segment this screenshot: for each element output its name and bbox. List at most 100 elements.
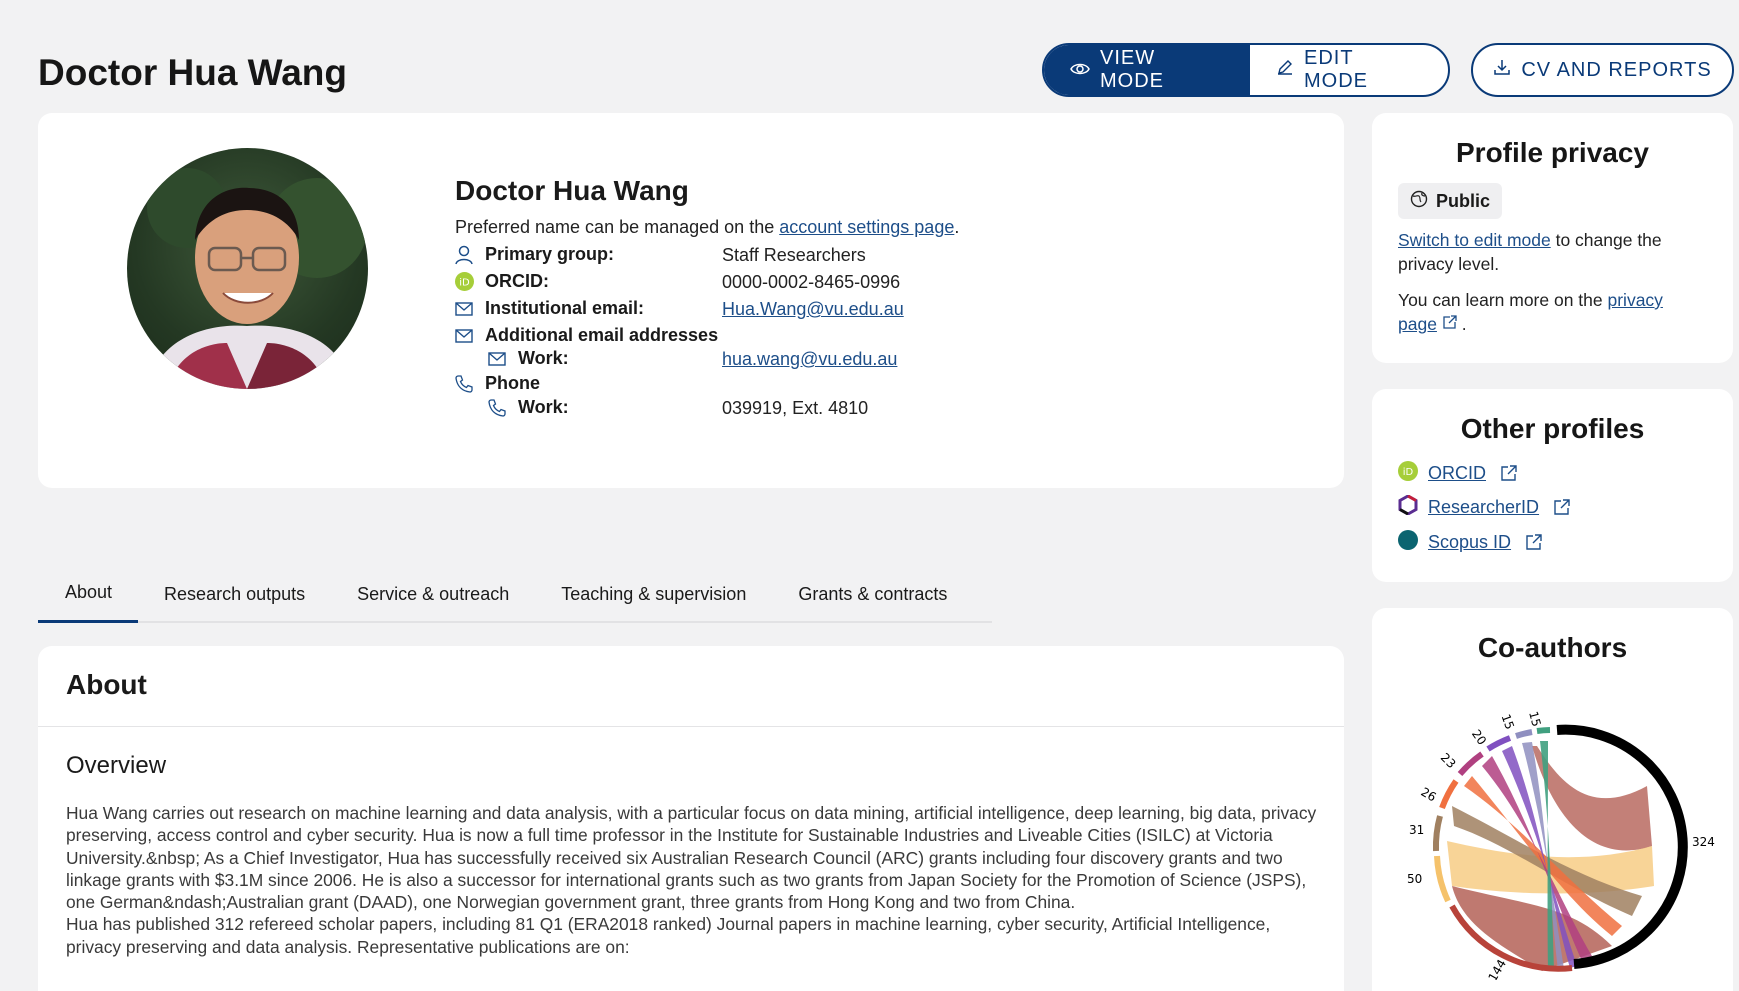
profile-tabs: About Research outputs Service & outreac… bbox=[38, 565, 992, 623]
svg-text:iD: iD bbox=[1403, 467, 1414, 478]
orcid-profile-link[interactable]: ORCID bbox=[1428, 463, 1486, 484]
coauthor-chord-diagram: 324 144 50 31 26 23 20 15 15 bbox=[1407, 710, 1715, 980]
pencil-icon bbox=[1276, 58, 1294, 82]
overview-heading: Overview bbox=[66, 752, 167, 779]
avatar bbox=[127, 148, 368, 389]
external-link-icon bbox=[1525, 534, 1542, 551]
coauthors-title: Co-authors bbox=[1477, 632, 1628, 663]
orcid-profile-row[interactable]: iD ORCID bbox=[1398, 461, 1517, 486]
coauthor-label-15a: 15 bbox=[1499, 712, 1517, 731]
phone-work-value: 039919, Ext. 4810 bbox=[722, 398, 869, 418]
work-email-link[interactable]: hua.wang@vu.edu.au bbox=[722, 349, 897, 370]
coauthor-label-15b: 15 bbox=[1526, 710, 1543, 728]
researcherid-profile-link[interactable]: ResearcherID bbox=[1428, 497, 1539, 518]
privacy-page-link-2[interactable]: page bbox=[1398, 314, 1437, 334]
coauthor-label-324: 324 bbox=[1692, 835, 1715, 849]
external-link-icon bbox=[1442, 314, 1462, 334]
scopus-profile-row[interactable]: Scopus ID bbox=[1398, 530, 1542, 555]
user-icon bbox=[455, 245, 477, 265]
arc-15a bbox=[1515, 729, 1533, 739]
mode-switch: VIEW MODE EDIT MODE bbox=[1042, 43, 1450, 97]
edit-mode-button[interactable]: EDIT MODE bbox=[1250, 45, 1448, 95]
coauthors-card: Co-authors 324 144 50 31 26 23 20 15 15 bbox=[1372, 608, 1733, 991]
privacy-learn-text: You can learn more on the privacy page . bbox=[1398, 288, 1698, 336]
phone-icon bbox=[455, 374, 477, 393]
arc-23 bbox=[1457, 751, 1484, 776]
eye-icon bbox=[1070, 59, 1090, 82]
cv-and-reports-label: CV AND REPORTS bbox=[1521, 58, 1712, 81]
about-heading: About bbox=[38, 646, 1344, 727]
institutional-email-label: Institutional email: bbox=[485, 298, 645, 318]
tab-service-outreach[interactable]: Service & outreach bbox=[331, 565, 535, 623]
phone-label: Phone bbox=[485, 373, 541, 393]
note-suffix: . bbox=[954, 217, 960, 237]
phone-work-label: Work: bbox=[518, 397, 569, 417]
preferred-name-note: Preferred name can be managed on the acc… bbox=[455, 217, 959, 238]
mail-icon bbox=[455, 328, 477, 343]
orcid-icon: iD bbox=[455, 272, 477, 291]
coauthor-label-144: 144 bbox=[1485, 957, 1509, 980]
view-mode-button[interactable]: VIEW MODE bbox=[1044, 45, 1250, 95]
primary-group-label: Primary group: bbox=[485, 244, 615, 264]
scopus-icon bbox=[1398, 530, 1418, 555]
orcid-label: ORCID: bbox=[485, 271, 549, 291]
mail-icon bbox=[488, 351, 510, 366]
mail-icon bbox=[455, 301, 477, 316]
about-paragraph-1: Hua Wang carries out research on machine… bbox=[66, 803, 1317, 913]
arc-15b bbox=[1536, 727, 1551, 734]
additional-emails-label: Additional email addresses bbox=[485, 325, 719, 345]
primary-group-row: Primary group: bbox=[455, 244, 614, 265]
coauthor-label-23: 23 bbox=[1438, 750, 1459, 771]
learn-suffix: . bbox=[1461, 314, 1467, 334]
privacy-level-badge: Public bbox=[1398, 183, 1503, 219]
cv-and-reports-button[interactable]: CV AND REPORTS bbox=[1471, 43, 1734, 97]
other-profiles-card: Other profiles iD ORCID ResearcherID Sco… bbox=[1372, 389, 1733, 582]
external-link-icon bbox=[1500, 465, 1517, 482]
privacy-level: Public bbox=[1436, 190, 1491, 211]
coauthor-label-20: 20 bbox=[1469, 727, 1489, 748]
tab-research-outputs[interactable]: Research outputs bbox=[138, 565, 331, 623]
edit-mode-label: EDIT MODE bbox=[1304, 47, 1368, 92]
view-mode-label: VIEW MODE bbox=[1100, 47, 1164, 92]
researcherid-icon bbox=[1398, 494, 1418, 520]
primary-group-value: Staff Researchers bbox=[722, 245, 866, 265]
page-title: Doctor Hua Wang bbox=[38, 52, 348, 93]
other-profiles-title: Other profiles bbox=[1460, 413, 1645, 444]
scopus-profile-link[interactable]: Scopus ID bbox=[1428, 532, 1511, 553]
phone-work-row: Work: bbox=[488, 397, 569, 418]
about-paragraph-2: Hua has published 312 refereed scholar p… bbox=[66, 914, 1271, 957]
profile-card: Doctor Hua Wang Preferred name can be ma… bbox=[38, 113, 1344, 488]
coauthor-label-31: 31 bbox=[1409, 823, 1424, 837]
arc-26 bbox=[1439, 779, 1459, 810]
tab-about[interactable]: About bbox=[38, 565, 139, 623]
phone-icon bbox=[488, 398, 510, 417]
orcid-row: iD ORCID: bbox=[455, 271, 549, 292]
privacy-page-link[interactable]: privacy bbox=[1608, 290, 1663, 310]
about-text: Hua Wang carries out research on machine… bbox=[66, 802, 1326, 958]
external-link-icon bbox=[1553, 499, 1570, 516]
work-email-row: Work: bbox=[488, 348, 569, 369]
orcid-value: 0000-0002-8465-0996 bbox=[722, 272, 901, 292]
privacy-switch-text: Switch to edit mode to change the privac… bbox=[1398, 228, 1698, 276]
about-card: About Overview Hua Wang carries out rese… bbox=[38, 646, 1344, 991]
researcherid-profile-row[interactable]: ResearcherID bbox=[1398, 494, 1570, 520]
globe-icon bbox=[1410, 190, 1428, 213]
arc-20 bbox=[1486, 735, 1512, 752]
coauthor-label-26: 26 bbox=[1418, 785, 1438, 805]
additional-emails-row: Additional email addresses bbox=[455, 325, 718, 346]
tab-grants-contracts[interactable]: Grants & contracts bbox=[772, 565, 973, 623]
tab-teaching-supervision[interactable]: Teaching & supervision bbox=[535, 565, 772, 623]
download-icon bbox=[1493, 58, 1511, 82]
institutional-email-row: Institutional email: bbox=[455, 298, 644, 319]
phone-row: Phone bbox=[455, 373, 540, 394]
privacy-title: Profile privacy bbox=[1456, 137, 1649, 168]
work-email-label: Work: bbox=[518, 348, 569, 368]
switch-to-edit-link[interactable]: Switch to edit mode bbox=[1398, 230, 1551, 250]
arc-31 bbox=[1432, 815, 1443, 852]
account-settings-link[interactable]: account settings page bbox=[779, 217, 954, 237]
profile-privacy-card: Profile privacy Public Switch to edit mo… bbox=[1372, 113, 1733, 363]
svg-text:iD: iD bbox=[459, 278, 470, 289]
institutional-email-link[interactable]: Hua.Wang@vu.edu.au bbox=[722, 299, 904, 320]
profile-name: Doctor Hua Wang bbox=[455, 175, 689, 206]
learn-prefix: You can learn more on the bbox=[1398, 290, 1608, 310]
